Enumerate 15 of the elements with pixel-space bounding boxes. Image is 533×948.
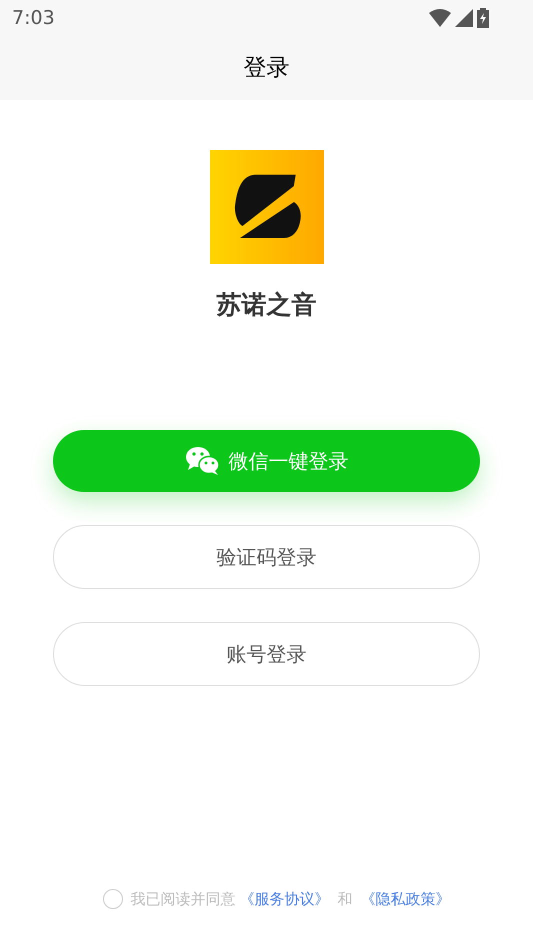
battery-icon: [477, 8, 489, 28]
login-option-button[interactable]: 验证码登录: [53, 524, 480, 588]
agreement-joiner: 和: [338, 888, 352, 910]
app-name: 苏诺之音: [216, 289, 316, 321]
page-title: 登录: [244, 54, 290, 83]
login-option-button[interactable]: 账号登录: [53, 622, 480, 686]
agreement-text: 我已阅读并同意: [130, 888, 236, 910]
service-agreement-link[interactable]: 《服务协议》: [240, 888, 330, 910]
status-time: 7:03: [12, 6, 55, 31]
signal-icon: [455, 9, 473, 27]
chat-bubbles-icon: [184, 446, 220, 476]
wechat-login-button[interactable]: 微信一键登录: [53, 430, 480, 492]
privacy-policy-link[interactable]: 《隐私政策》: [360, 888, 450, 910]
agree-checkbox[interactable]: [102, 888, 122, 909]
wifi-icon: [429, 9, 451, 27]
